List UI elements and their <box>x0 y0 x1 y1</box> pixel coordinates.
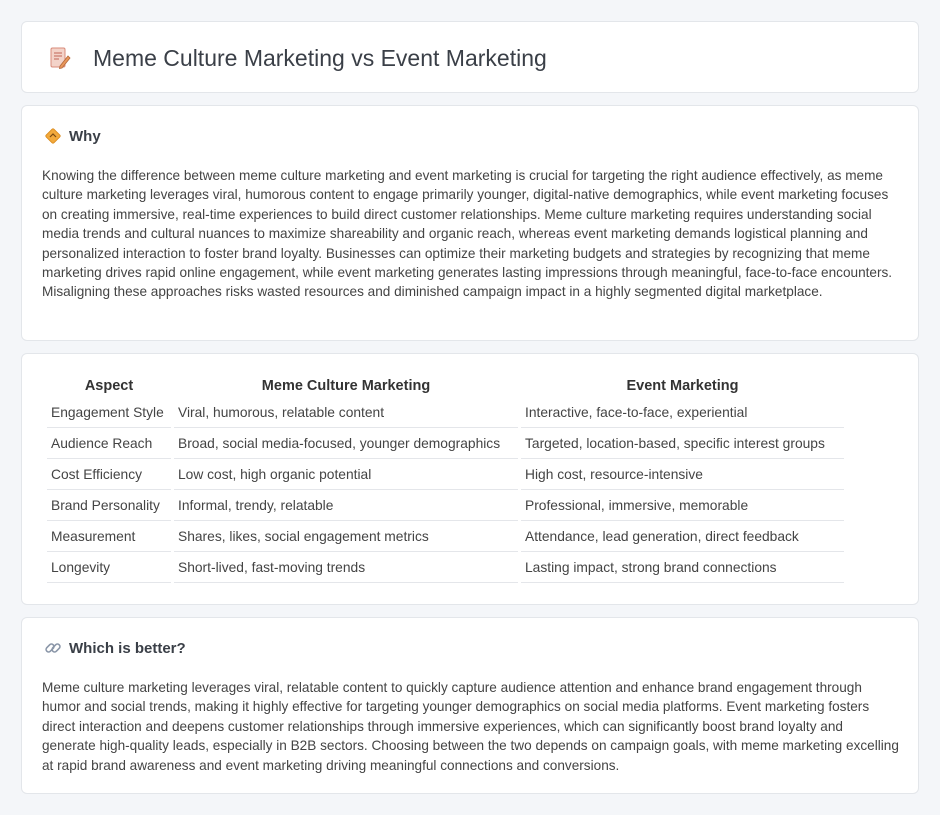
which-is-better-section: Which is better? Meme culture marketing … <box>21 617 919 794</box>
table-row: Measurement Shares, likes, social engage… <box>47 521 844 552</box>
diamond-sign-icon <box>44 127 62 145</box>
cell-meme: Broad, social media-focused, younger dem… <box>174 428 518 459</box>
table-row: Engagement Style Viral, humorous, relata… <box>47 397 844 428</box>
header-event-marketing: Event Marketing <box>626 378 739 394</box>
cell-event: Lasting impact, strong brand connections <box>521 552 844 583</box>
comparison-table: Aspect Meme Culture Marketing Event Mark… <box>44 375 847 583</box>
cell-event: Attendance, lead generation, direct feed… <box>521 521 844 552</box>
why-section: Why Knowing the difference between meme … <box>21 105 919 341</box>
table-row: Audience Reach Broad, social media-focus… <box>47 428 844 459</box>
cell-event: Targeted, location-based, specific inter… <box>521 428 844 459</box>
cell-meme: Viral, humorous, relatable content <box>174 397 518 428</box>
header-meme-culture-marketing: Meme Culture Marketing <box>261 378 431 394</box>
cell-event: High cost, resource-intensive <box>521 459 844 490</box>
why-heading: Why <box>44 127 101 145</box>
document-pen-icon <box>48 46 72 70</box>
table-row: Cost Efficiency Low cost, high organic p… <box>47 459 844 490</box>
cell-event: Professional, immersive, memorable <box>521 490 844 521</box>
table-row: Longevity Short-lived, fast-moving trend… <box>47 552 844 583</box>
link-icon <box>44 639 62 657</box>
better-heading: Which is better? <box>44 639 186 657</box>
table-header-row: Aspect Meme Culture Marketing Event Mark… <box>47 375 844 397</box>
cell-aspect: Brand Personality <box>47 490 171 521</box>
cell-meme: Shares, likes, social engagement metrics <box>174 521 518 552</box>
cell-meme: Low cost, high organic potential <box>174 459 518 490</box>
table-row: Brand Personality Informal, trendy, rela… <box>47 490 844 521</box>
why-text: Knowing the difference between meme cult… <box>42 168 893 300</box>
cell-aspect: Measurement <box>47 521 171 552</box>
comparison-section: Aspect Meme Culture Marketing Event Mark… <box>21 353 919 605</box>
cell-aspect: Cost Efficiency <box>47 459 171 490</box>
better-text: Meme culture marketing leverages viral, … <box>42 680 899 773</box>
cell-event: Interactive, face-to-face, experiential <box>521 397 844 428</box>
cell-meme: Short-lived, fast-moving trends <box>174 552 518 583</box>
title-card: Meme Culture Marketing vs Event Marketin… <box>21 21 919 93</box>
cell-aspect: Engagement Style <box>47 397 171 428</box>
cell-meme: Informal, trendy, relatable <box>174 490 518 521</box>
header-aspect: Aspect <box>84 378 134 394</box>
cell-aspect: Audience Reach <box>47 428 171 459</box>
better-title: Which is better? <box>69 639 186 657</box>
why-title: Why <box>69 127 101 145</box>
page-title: Meme Culture Marketing vs Event Marketin… <box>93 45 547 71</box>
cell-aspect: Longevity <box>47 552 171 583</box>
